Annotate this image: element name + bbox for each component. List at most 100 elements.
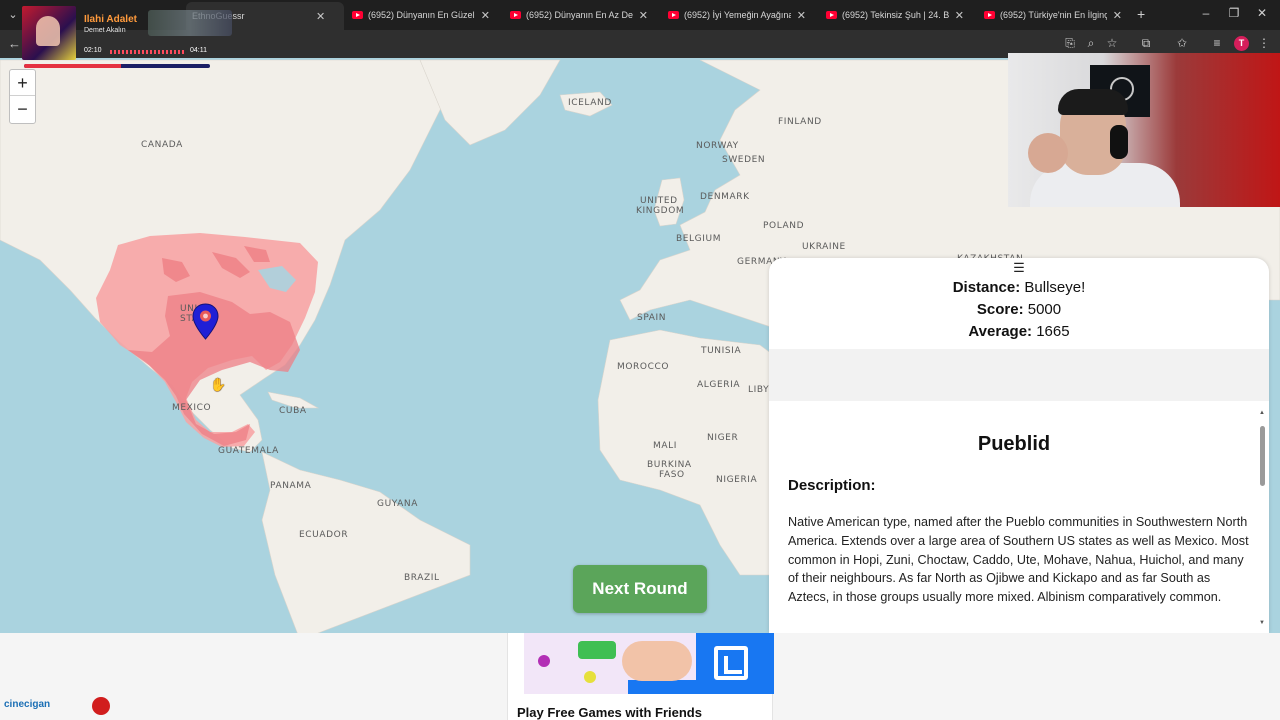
average-value: 1665 xyxy=(1036,323,1070,340)
waveform xyxy=(110,50,184,54)
distance-label: Distance: xyxy=(952,279,1021,296)
tab-youtube-5[interactable]: (6952) Türkiye'nin En İlginç Çık ✕ xyxy=(978,4,1128,26)
bottom-ad-area: Play Free Games with Friends xyxy=(0,633,1280,720)
facebook-gaming-logo-icon xyxy=(714,646,748,680)
description-heading: Description: xyxy=(788,477,876,494)
new-tab-button[interactable]: + xyxy=(1137,6,1145,22)
profile-avatar[interactable]: T xyxy=(1234,36,1249,51)
tab-close-icon[interactable]: ✕ xyxy=(481,9,490,22)
map-label-guyana: GUYANA xyxy=(377,499,419,509)
youtube-icon xyxy=(510,11,521,19)
map-label-mexico: MEXICO xyxy=(172,403,212,413)
tab-label: (6952) Türkiye'nin En İlginç Çık xyxy=(1000,10,1107,20)
tab-close-icon[interactable]: ✕ xyxy=(639,9,648,22)
blurred-overlay xyxy=(148,10,232,36)
score-row: Score: 5000 xyxy=(769,301,1269,318)
map-label-belgium: BELGIUM xyxy=(676,234,722,244)
webcam-overlay xyxy=(1008,53,1280,207)
score-value: 5000 xyxy=(1027,301,1062,318)
map-label-cuba: CUBA xyxy=(279,406,307,416)
average-label: Average: xyxy=(968,323,1033,340)
score-label: Score: xyxy=(976,301,1024,318)
map-label-united-kingdom-1: UNITED xyxy=(640,196,678,206)
map-label-guatemala: GUATEMALA xyxy=(218,446,279,456)
panel-menu-icon[interactable]: ☰ xyxy=(769,260,1269,276)
advertisement[interactable]: Play Free Games with Friends xyxy=(507,633,774,720)
scroll-thumb[interactable] xyxy=(1260,426,1265,486)
mascot-icon xyxy=(92,697,110,715)
map-label-sweden: SWEDEN xyxy=(722,155,766,165)
song-current-time: 02:10 xyxy=(84,47,102,54)
headset-icon xyxy=(1110,125,1128,159)
tab-youtube-1[interactable]: (6952) Dünyanın En Güzel 24 Y ✕ xyxy=(346,4,496,26)
ad-ball-yellow xyxy=(584,671,596,683)
favorites-icon[interactable]: ✩ xyxy=(1174,36,1190,50)
scroll-down-arrow-icon[interactable]: ▼ xyxy=(1259,620,1265,626)
ad-title[interactable]: Play Free Games with Friends xyxy=(517,705,702,720)
tab-close-icon[interactable]: ✕ xyxy=(797,9,806,22)
distance-value: Bullseye! xyxy=(1024,279,1086,296)
bookmark-star-icon[interactable]: ☆ xyxy=(1104,36,1120,50)
close-window-button[interactable]: ✕ xyxy=(1252,6,1272,20)
map-label-poland: POLAND xyxy=(763,221,805,231)
next-round-button[interactable]: Next Round xyxy=(573,565,707,613)
map-label-brazil: BRAZIL xyxy=(404,573,440,583)
extensions-icon[interactable]: ⧉ xyxy=(1138,36,1154,51)
map-label-ecuador: ECUADOR xyxy=(299,530,349,540)
back-arrow-icon[interactable]: ← xyxy=(8,36,21,51)
translate-icon[interactable]: ⎘ xyxy=(1062,36,1078,51)
tab-label: (6952) İyi Yemeğin Ayağına Gid xyxy=(684,10,791,20)
map-label-faso: FASO xyxy=(659,470,685,480)
album-art xyxy=(22,6,76,60)
more-menu-icon[interactable]: ⋮ xyxy=(1256,36,1272,50)
south-america-land xyxy=(261,451,471,633)
map-label-spain: SPAIN xyxy=(637,313,667,323)
song-progress-fill xyxy=(24,64,121,68)
ethnicity-title: Pueblid xyxy=(977,433,1051,455)
stream-brand: cinecigan xyxy=(4,699,51,710)
map-label-algeria: ALGERIA xyxy=(697,380,741,390)
ad-image[interactable] xyxy=(524,633,774,694)
panel-divider-band xyxy=(769,349,1269,401)
map-label-iceland: ICELAND xyxy=(568,98,612,108)
result-panel: ☰ Distance: Bullseye! Score: 5000 Averag… xyxy=(769,258,1269,633)
map-label-norway: NORWAY xyxy=(696,141,739,151)
map-label-denmark: DENMARK xyxy=(700,192,750,202)
zoom-icon[interactable]: ⌕ xyxy=(1083,36,1099,51)
tab-youtube-2[interactable]: (6952) Dünyanın En Az Değer V ✕ xyxy=(504,4,654,26)
map-label-tunisia: TUNISIA xyxy=(701,346,742,356)
scroll-up-arrow-icon[interactable]: ▲ xyxy=(1259,410,1265,416)
tab-label: (6952) Dünyanın En Güzel 24 Y xyxy=(368,10,475,20)
panel-scrollbar[interactable]: ▲ ▼ xyxy=(1258,408,1267,633)
map-label-nigeria: NIGERIA xyxy=(716,475,758,485)
ad-hand xyxy=(622,641,692,681)
youtube-icon xyxy=(352,11,363,19)
ad-play-icon xyxy=(578,641,616,659)
zoom-out-button[interactable]: − xyxy=(10,96,35,122)
tab-youtube-4[interactable]: (6952) Tekinsiz Şuh | 24. Bölüm ✕ xyxy=(820,4,970,26)
location-pin-icon[interactable] xyxy=(192,303,219,340)
tab-search-icon[interactable]: ⌄ xyxy=(4,6,22,24)
tab-youtube-3[interactable]: (6952) İyi Yemeğin Ayağına Gid ✕ xyxy=(662,4,812,26)
map-label-niger: NIGER xyxy=(707,433,739,443)
description-text: Native American type, named after the Pu… xyxy=(788,515,1249,605)
map-zoom-control: + − xyxy=(9,69,36,124)
tab-close-icon[interactable]: ✕ xyxy=(955,9,964,22)
tab-close-icon[interactable]: ✕ xyxy=(1113,9,1122,22)
hand-cursor-icon: ✋ xyxy=(210,377,227,392)
tab-close-icon[interactable]: ✕ xyxy=(316,10,325,23)
song-title: Ilahi Adalet xyxy=(84,14,137,25)
map-label-united-kingdom-2: KINGDOM xyxy=(636,206,685,216)
zoom-in-button[interactable]: + xyxy=(10,70,35,96)
ad-brand-strip xyxy=(628,680,774,694)
music-player-overlay: Ilahi Adalet Demet Akalın 02:10 04:11 xyxy=(22,6,232,68)
reading-list-icon[interactable]: ≡ xyxy=(1209,36,1225,50)
map-label-ukraine: UKRAINE xyxy=(802,242,846,252)
map-label-libya: LIBY xyxy=(748,385,770,395)
maximize-button[interactable]: ❐ xyxy=(1224,6,1244,20)
map-label-burkina: BURKINA xyxy=(647,460,692,470)
map-label-mali: MALI xyxy=(653,441,677,451)
map-label-finland: FINLAND xyxy=(778,117,822,127)
minimize-button[interactable]: – xyxy=(1196,6,1216,20)
greenland-land xyxy=(419,59,561,146)
